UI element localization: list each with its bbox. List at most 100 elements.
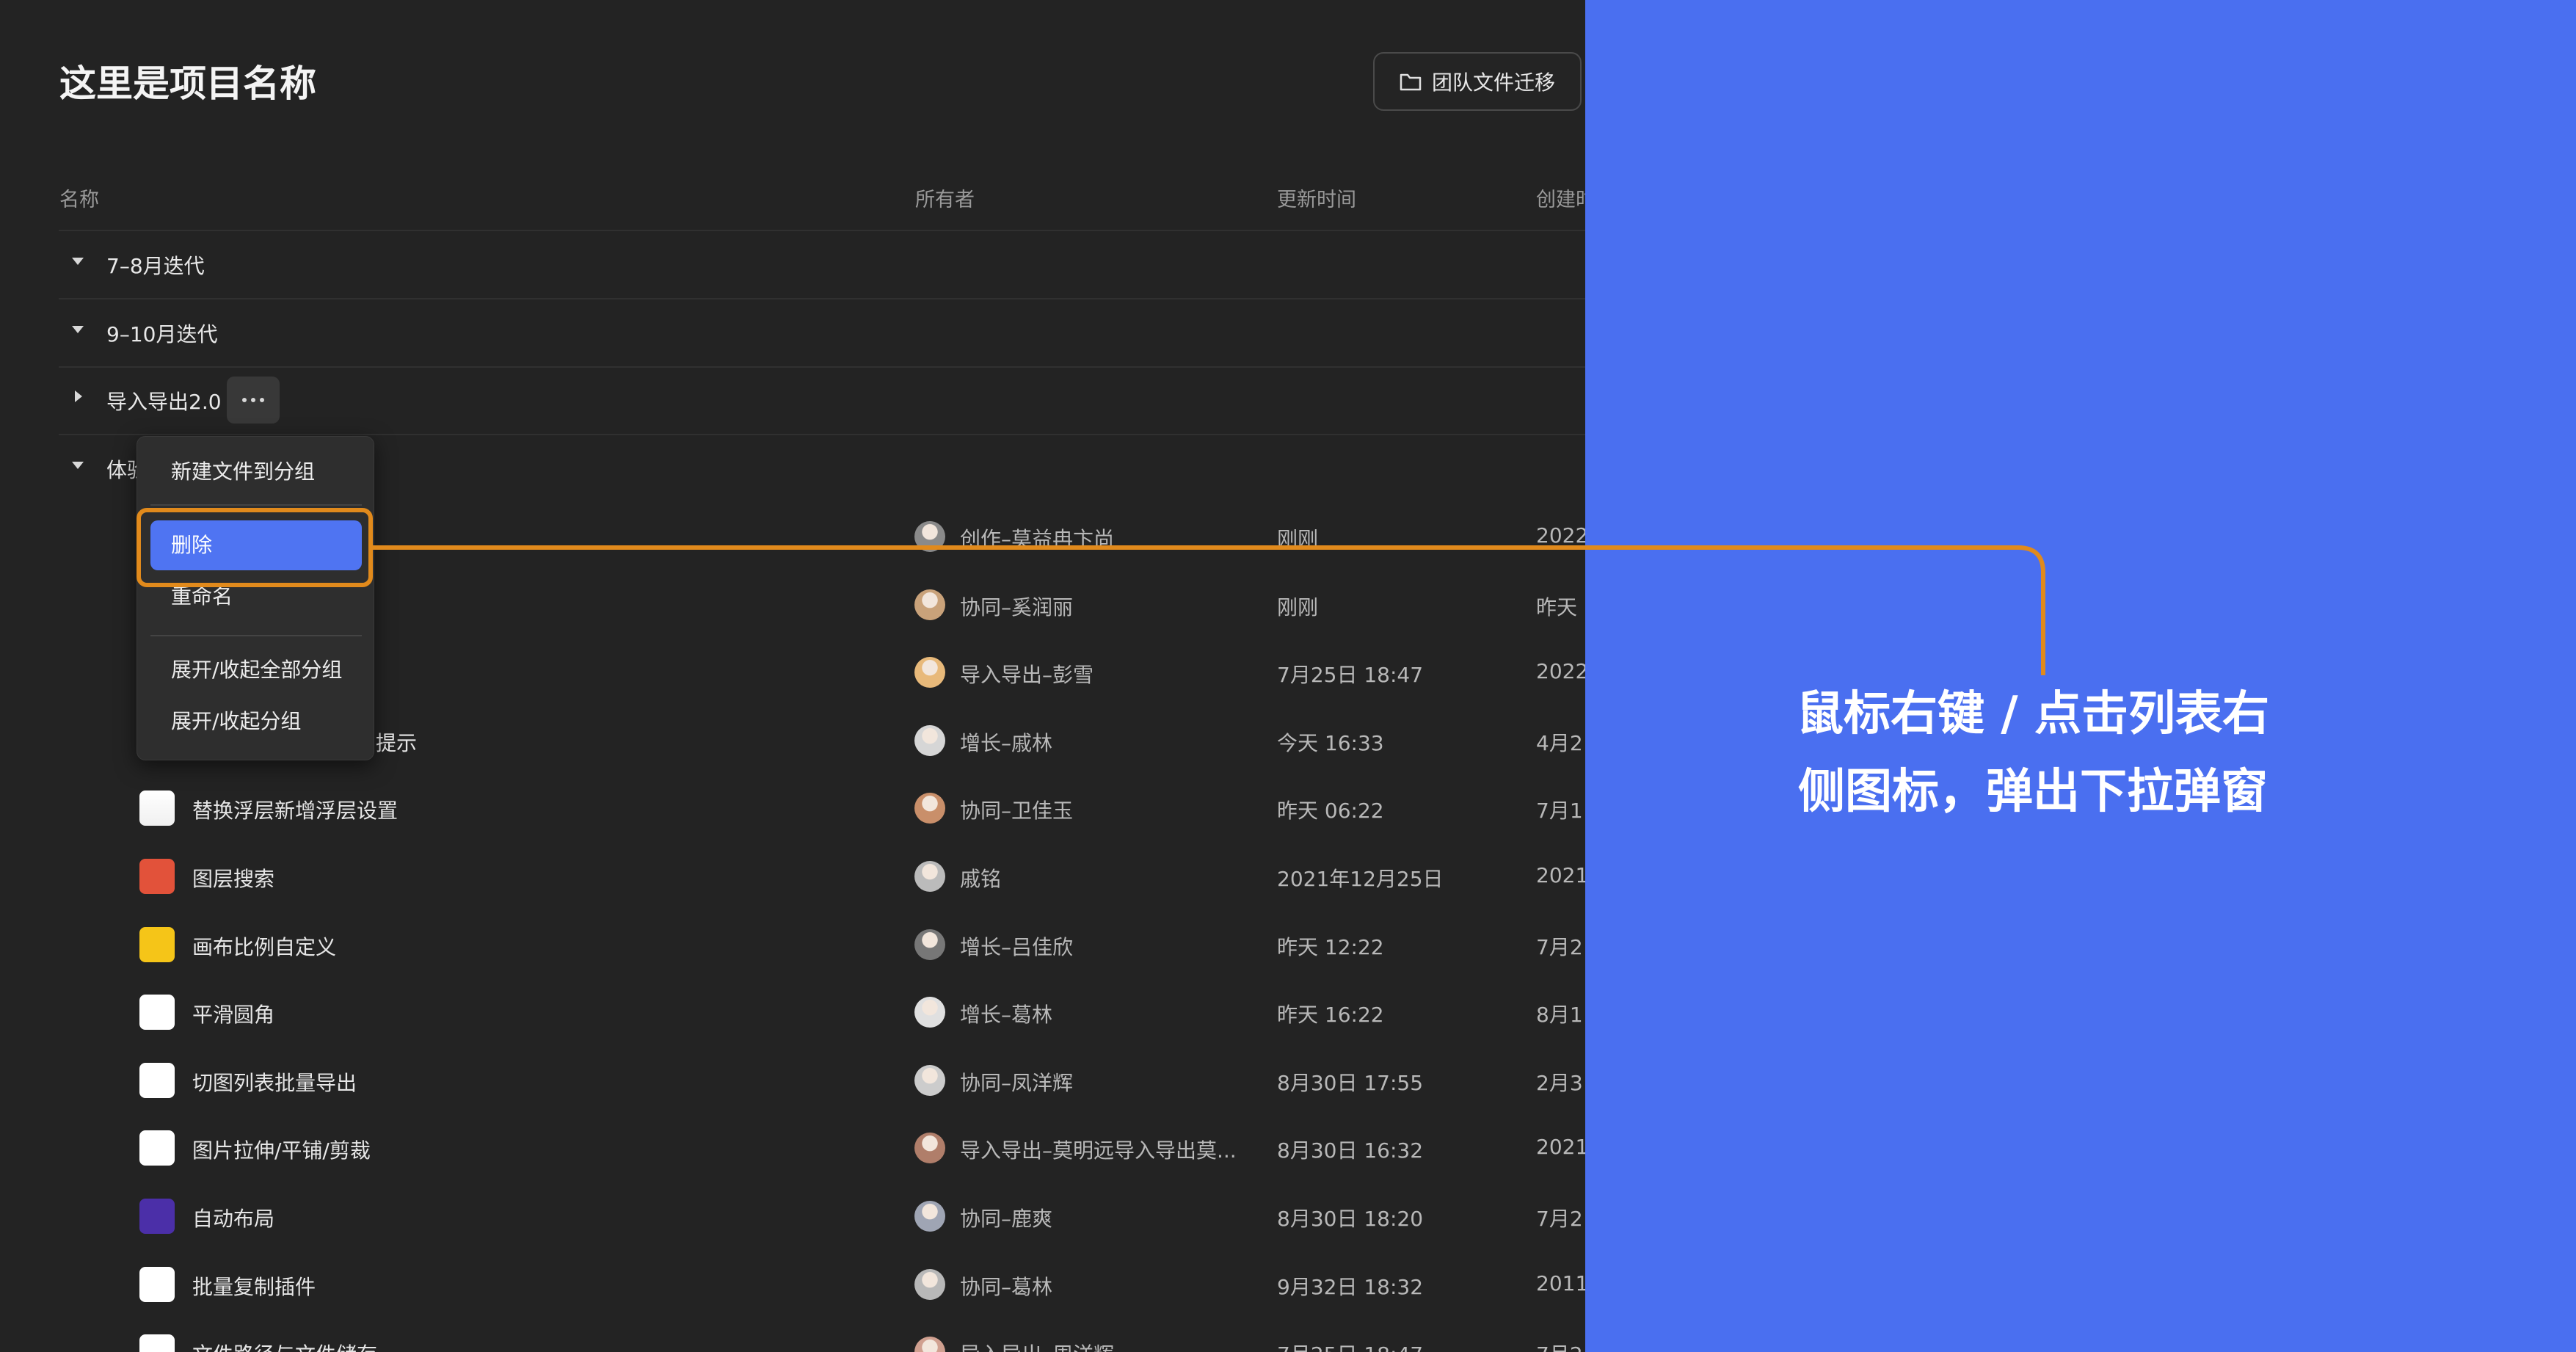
created-time: 7月1	[1536, 799, 1583, 824]
file-row[interactable]: 图层搜索 戚铭 2021年12月25日 2021	[59, 843, 1585, 910]
updated-time: 昨天 06:22	[1277, 799, 1384, 824]
menu-item-new-file-to-group[interactable]: 新建文件到分组	[150, 447, 362, 497]
updated-time: 8月30日 18:20	[1277, 1207, 1424, 1231]
created-time: 7月2	[1536, 1207, 1583, 1231]
created-time: 2021	[1536, 1135, 1585, 1160]
updated-time: 9月32日 18:32	[1277, 1274, 1424, 1299]
file-row[interactable]: 文件路径与文件储存 导入导出–周洋辉 7月25日 18:47 7月2	[59, 1318, 1585, 1352]
owner-avatar	[914, 1064, 945, 1096]
menu-item-delete[interactable]: 删除	[150, 520, 362, 570]
context-menu: 新建文件到分组 删除 重命名 展开/收起全部分组 展开/收起分组	[137, 436, 374, 760]
group-label: 7–8月迭代	[106, 254, 205, 278]
menu-divider	[150, 504, 362, 506]
created-time: 2月3	[1536, 1070, 1583, 1095]
file-row[interactable]: 批量复制插件 协同–葛林 9月32日 18:32 2011	[59, 1251, 1585, 1318]
page-title: 这里是项目名称	[59, 62, 316, 105]
owner-avatar	[914, 1201, 945, 1232]
owner-avatar	[914, 657, 945, 688]
file-name: 替换浮层新增浮层设置	[192, 799, 399, 824]
created-time: 7月2	[1536, 934, 1583, 959]
owner-name: 导入导出–莫明远导入导出莫...	[960, 1138, 1237, 1163]
owner-name: 增长–戚林	[960, 730, 1053, 755]
migrate-button-label: 团队文件迁移	[1432, 70, 1556, 95]
owner-name: 协同–奚润丽	[960, 595, 1074, 619]
column-header-created[interactable]: 创建时	[1536, 183, 1585, 212]
owner-avatar	[914, 724, 945, 756]
file-thumbnail-icon	[139, 1334, 175, 1352]
caret-right-icon[interactable]	[75, 390, 82, 402]
file-row[interactable]: 自动布局 协同–鹿爽 8月30日 18:20 7月2	[59, 1182, 1585, 1250]
file-name: 画布比例自定义	[192, 934, 337, 959]
owner-avatar	[914, 997, 945, 1028]
ellipsis-icon[interactable]	[227, 377, 280, 424]
owner-name: 增长–葛林	[960, 1003, 1053, 1028]
owner-name: 协同–卫佳玉	[960, 799, 1074, 824]
file-name: 图层搜索	[192, 867, 275, 891]
caret-down-icon[interactable]	[72, 258, 84, 265]
annotation-line-1: 鼠标右键 / 点击列表右	[1797, 687, 2269, 741]
updated-time: 7月25日 18:47	[1277, 1339, 1423, 1352]
owner-avatar	[914, 793, 945, 824]
caret-down-icon[interactable]	[72, 326, 84, 333]
file-row[interactable]: 平滑圆角 增长–葛林 昨天 16:22 8月1	[59, 978, 1585, 1046]
owner-name: 增长–吕佳欣	[960, 934, 1074, 959]
owner-name: 协同–凤洋辉	[960, 1070, 1074, 1095]
created-time: 昨天	[1536, 595, 1578, 619]
owner-name: 导入导出–彭雪	[960, 663, 1094, 688]
file-row[interactable]: 切图列表批量导出 协同–凤洋辉 8月30日 17:55 2月3	[59, 1047, 1585, 1114]
column-header-updated[interactable]: 更新时间	[1277, 183, 1356, 212]
menu-item-toggle-all-groups[interactable]: 展开/收起全部分组	[150, 645, 362, 695]
updated-time: 刚刚	[1277, 527, 1319, 551]
owner-name: 协同–鹿爽	[960, 1207, 1053, 1231]
file-thumbnail-icon	[139, 926, 175, 962]
owner-avatar	[914, 928, 945, 960]
group-row[interactable]: 7–8月迭代	[59, 231, 1585, 299]
file-name: 平滑圆角	[192, 1003, 275, 1028]
file-list-panel: 这里是项目名称 团队文件迁移 名称 所有者 更新时间 创建时 7–8月迭代 9–…	[0, 0, 1585, 1352]
updated-time: 8月30日 17:55	[1277, 1070, 1424, 1095]
owner-name: 戚铭	[960, 867, 1002, 891]
file-name: 文件路径与文件储存	[192, 1339, 377, 1352]
updated-time: 7月25日 18:47	[1277, 663, 1424, 688]
team-file-migrate-button[interactable]: 团队文件迁移	[1373, 52, 1582, 111]
annotation-line-2: 侧图标，弹出下拉弹窗	[1798, 765, 2268, 819]
created-time: 2022	[1536, 523, 1585, 548]
file-row[interactable]: 画布比例自定义 增长–吕佳欣 昨天 12:22 7月2	[59, 911, 1585, 978]
updated-time: 今天 16:33	[1277, 730, 1384, 755]
column-header-owner[interactable]: 所有者	[915, 183, 975, 212]
created-time: 4月2	[1536, 730, 1583, 755]
updated-time: 2021年12月25日	[1277, 867, 1444, 891]
menu-item-rename[interactable]: 重命名	[150, 572, 362, 622]
file-row[interactable]: 替换浮层新增浮层设置 协同–卫佳玉 昨天 06:22 7月1	[59, 774, 1585, 842]
file-thumbnail-icon	[139, 791, 175, 826]
owner-avatar	[914, 521, 945, 552]
updated-time: 昨天 16:22	[1277, 1003, 1384, 1028]
created-time: 8月1	[1536, 1003, 1583, 1028]
owner-name: 导入导出–周洋辉	[960, 1339, 1114, 1352]
group-row[interactable]: 9–10月迭代	[59, 299, 1585, 367]
annotation-text: 鼠标右键 / 点击列表右 侧图标，弹出下拉弹窗	[1710, 675, 2356, 831]
folder-icon	[1400, 73, 1422, 91]
group-row[interactable]: 导入导出2.0	[59, 367, 1585, 435]
created-time: 2011	[1536, 1271, 1585, 1295]
file-thumbnail-icon	[139, 1062, 175, 1098]
owner-avatar	[914, 589, 945, 620]
file-thumbnail-icon	[139, 1130, 175, 1166]
owner-avatar	[914, 1133, 945, 1164]
file-name: 批量复制插件	[192, 1274, 316, 1299]
file-thumbnail-icon	[139, 1266, 175, 1302]
file-thumbnail-icon	[139, 1199, 175, 1234]
file-thumbnail-icon	[139, 859, 175, 894]
group-label: 导入导出2.0	[106, 390, 222, 414]
menu-item-toggle-group[interactable]: 展开/收起分组	[150, 697, 362, 746]
updated-time: 刚刚	[1277, 595, 1319, 619]
file-name: 图片拉伸/平铺/剪裁	[192, 1138, 371, 1163]
updated-time: 昨天 12:22	[1277, 934, 1384, 959]
caret-down-icon[interactable]	[72, 462, 84, 469]
menu-divider	[150, 635, 362, 636]
file-row[interactable]: 图片拉伸/平铺/剪裁 导入导出–莫明远导入导出莫... 8月30日 16:32 202…	[59, 1114, 1585, 1182]
owner-avatar	[914, 1268, 945, 1300]
owner-avatar	[914, 861, 945, 892]
owner-name: 协同–葛林	[960, 1274, 1053, 1299]
column-header-name[interactable]: 名称	[59, 183, 99, 212]
